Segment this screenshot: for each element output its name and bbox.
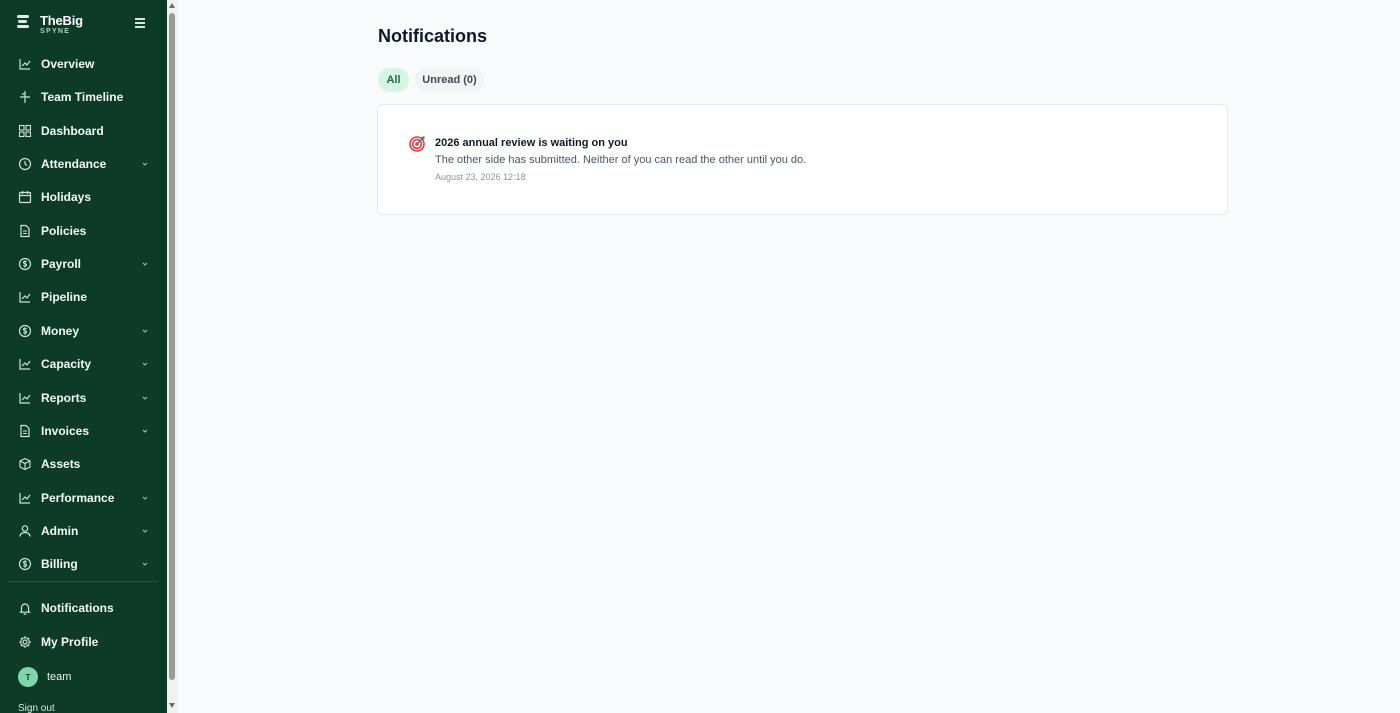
user-icon	[18, 524, 32, 538]
sidebar-item-money[interactable]: Money	[8, 316, 158, 346]
sidebar-item-performance[interactable]: Performance	[8, 483, 158, 513]
sidebar-item-label: Reports	[41, 390, 87, 405]
chevron-down-icon[interactable]	[140, 159, 150, 169]
chevron-down-icon[interactable]	[140, 359, 150, 369]
scrollbar[interactable]	[167, 0, 178, 713]
target-icon	[409, 136, 425, 152]
sidebar-item-admin[interactable]: Admin	[8, 516, 158, 546]
sidebar-item-label: Pipeline	[41, 290, 88, 305]
sidebar-item-payroll[interactable]: Payroll	[8, 249, 158, 279]
sidebar-divider	[8, 581, 158, 582]
sidebar-item-invoices[interactable]: Invoices	[8, 416, 158, 446]
sidebar-item-label: Money	[41, 323, 80, 338]
user-menu[interactable]: T team	[18, 667, 71, 687]
chevron-down-icon[interactable]	[140, 393, 150, 403]
sidebar-item-pipeline[interactable]: Pipeline	[8, 282, 158, 312]
chart-line-icon	[18, 290, 32, 304]
sidebar-item-label: Assets	[41, 457, 81, 472]
notification-timestamp: August 23, 2026 12:18	[435, 172, 526, 182]
grid-icon	[18, 124, 32, 138]
chart-line-icon	[18, 491, 32, 505]
sidebar-item-label: Admin	[41, 523, 79, 538]
notification-card[interactable]: 2026 annual review is waiting on you The…	[377, 104, 1228, 215]
menu-icon[interactable]	[135, 18, 148, 32]
timeline-icon	[18, 90, 32, 104]
sidebar-item-label: Dashboard	[41, 123, 104, 138]
sidebar-item-billing[interactable]: Billing	[8, 549, 158, 579]
sidebar: TheBig SPYNE Overview Team Timeline Dashbo…	[0, 0, 167, 713]
sidebar-item-label: Attendance	[41, 157, 107, 172]
user-name: team	[47, 671, 72, 683]
chevron-down-icon[interactable]	[140, 559, 150, 569]
sidebar-item-label: Billing	[41, 557, 78, 572]
sidebar-item-label: Invoices	[41, 423, 90, 438]
sidebar-item-team-timeline[interactable]: Team Timeline	[8, 82, 158, 112]
avatar: T	[18, 667, 38, 687]
sign-out-link[interactable]: Sign out	[18, 703, 55, 713]
brand-name: TheBig	[40, 13, 83, 28]
sidebar-item-capacity[interactable]: Capacity	[8, 349, 158, 379]
chart-line-icon	[18, 57, 32, 71]
chevron-down-icon[interactable]	[140, 326, 150, 336]
scroll-thumb[interactable]	[169, 13, 175, 680]
clock-icon	[18, 157, 32, 171]
sidebar-item-label: Notifications	[41, 601, 114, 615]
chevron-down-icon[interactable]	[140, 493, 150, 503]
document-icon	[18, 424, 32, 438]
sidebar-item-label: My Profile	[41, 634, 99, 649]
logo-icon	[17, 15, 29, 33]
chart-line-icon	[18, 357, 32, 371]
sidebar-item-label: Team Timeline	[41, 90, 124, 105]
notification-title: 2026 annual review is waiting on you	[435, 137, 628, 149]
chart-line-icon	[18, 391, 32, 405]
dollar-icon	[18, 324, 32, 338]
brand-subtitle: SPYNE	[40, 28, 71, 35]
sidebar-item-label: Overview	[41, 57, 95, 71]
box-icon	[18, 457, 32, 471]
scroll-down-arrow-icon[interactable]	[169, 703, 175, 708]
sidebar-item-attendance[interactable]: Attendance	[8, 149, 158, 179]
bell-icon	[18, 601, 32, 615]
notification-body: The other side has submitted. Neither of…	[435, 154, 807, 166]
chevron-down-icon[interactable]	[140, 526, 150, 536]
chevron-down-icon[interactable]	[140, 259, 150, 269]
sidebar-item-overview[interactable]: Overview	[8, 49, 158, 79]
sidebar-item-my-profile[interactable]: My Profile	[8, 627, 158, 657]
page-title: Notifications	[378, 26, 488, 46]
sidebar-item-assets[interactable]: Assets	[8, 449, 158, 479]
chevron-down-icon[interactable]	[140, 426, 150, 436]
tab-all[interactable]: All	[378, 68, 409, 92]
gear-icon	[18, 635, 32, 649]
calendar-icon	[18, 190, 32, 204]
sidebar-item-label: Performance	[41, 490, 115, 505]
sidebar-item-dashboard[interactable]: Dashboard	[8, 116, 158, 146]
sidebar-item-notifications[interactable]: Notifications	[8, 593, 158, 623]
sidebar-item-reports[interactable]: Reports	[8, 383, 158, 413]
sidebar-item-label: Capacity	[41, 357, 92, 372]
sidebar-item-label: Payroll	[41, 257, 82, 272]
sidebar-item-holidays[interactable]: Holidays	[8, 182, 158, 212]
scroll-up-arrow-icon[interactable]	[169, 3, 175, 8]
document-icon	[18, 224, 32, 238]
sidebar-item-label: Policies	[41, 223, 87, 238]
sidebar-item-label: Holidays	[41, 190, 92, 205]
sidebar-item-policies[interactable]: Policies	[8, 216, 158, 246]
dollar-icon	[18, 557, 32, 571]
tab-unread[interactable]: Unread (0)	[415, 68, 484, 92]
dollar-icon	[18, 257, 32, 271]
